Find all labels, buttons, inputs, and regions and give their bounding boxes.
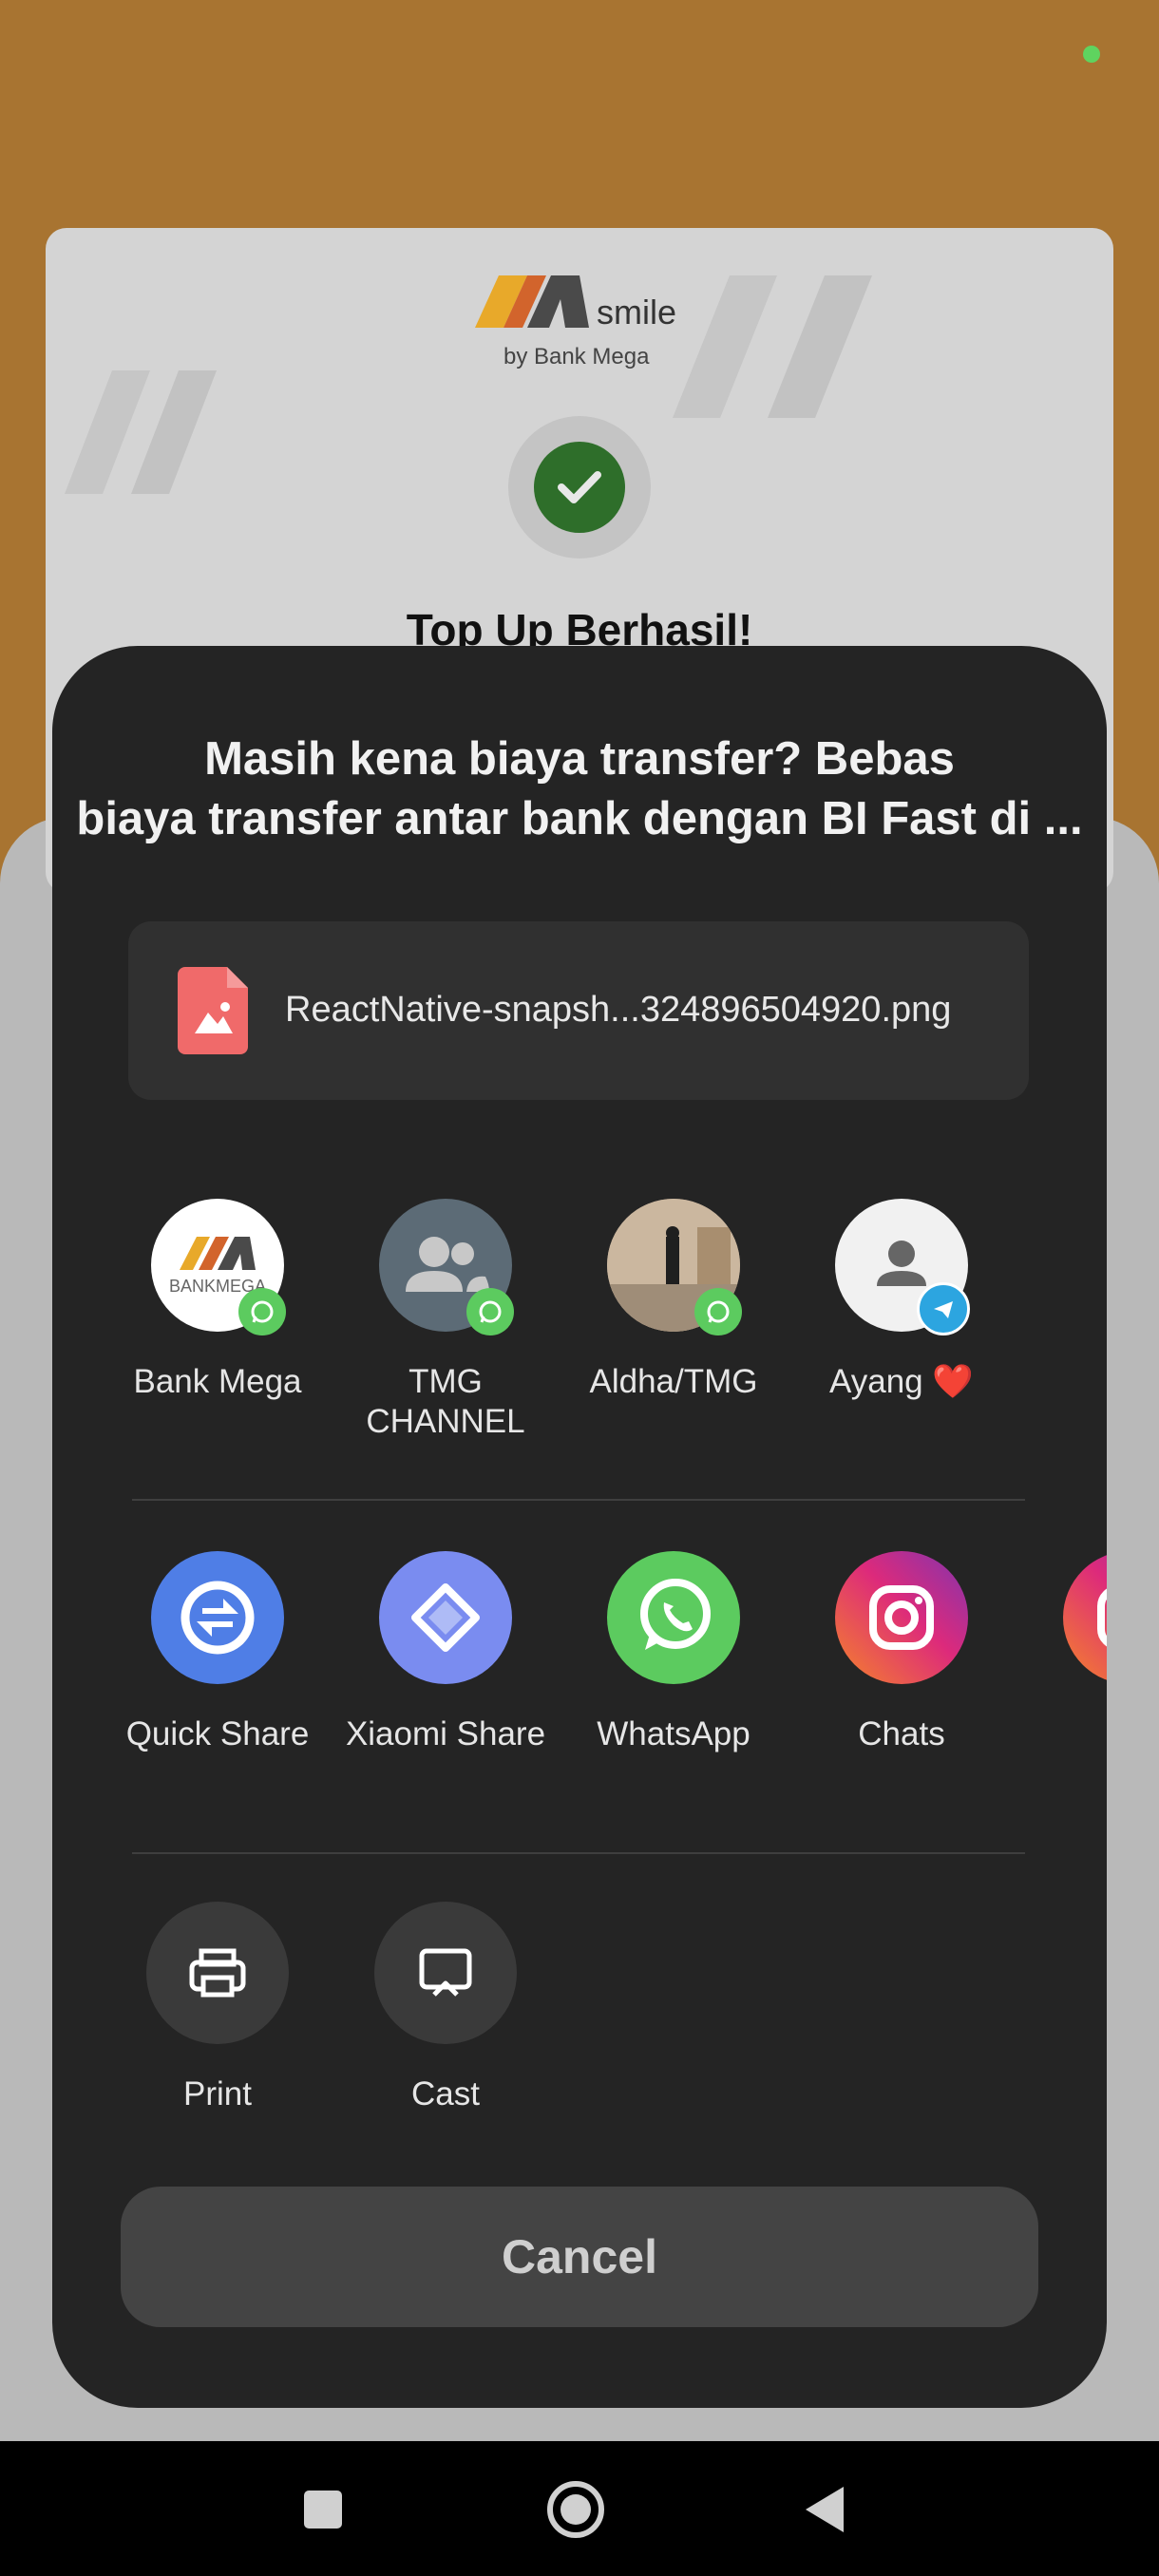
section-divider — [132, 1852, 1025, 1854]
back-button-icon[interactable] — [802, 2485, 847, 2534]
app-whatsapp[interactable]: WhatsApp — [560, 1551, 788, 1754]
brand-subtitle: by Bank Mega — [504, 344, 650, 369]
avatar — [607, 1199, 742, 1335]
watermark-logo-icon — [65, 370, 217, 494]
app-label: Xiaomi Share — [345, 1715, 546, 1752]
avatar — [379, 1199, 514, 1335]
contact-tmg-channel[interactable]: TMG CHANNEL — [332, 1199, 560, 1442]
recents-button-icon[interactable] — [302, 2489, 344, 2530]
app-label: F — [1016, 1714, 1107, 1754]
app-quick-share[interactable]: Quick Share — [104, 1551, 332, 1754]
contact-name: Ayang ❤️ — [829, 1363, 974, 1400]
brand-name: smile — [597, 293, 677, 331]
whatsapp-badge-icon — [466, 1288, 514, 1335]
app-label: Quick Share — [125, 1715, 310, 1752]
home-button-icon[interactable] — [545, 2479, 606, 2540]
telegram-badge-icon — [917, 1282, 970, 1335]
file-name: ReactNative-snapsh...324896504920.png — [285, 990, 952, 1030]
action-label: Print — [183, 2075, 252, 2112]
cancel-button[interactable]: Cancel — [121, 2187, 1038, 2327]
share-title-line-2: biaya transfer antar bank dengan BI Fast… — [76, 793, 1083, 844]
contact-ayang[interactable]: Ayang ❤️ — [788, 1199, 1016, 1402]
app-instagram-partial[interactable]: F — [1016, 1551, 1107, 1754]
image-file-icon — [178, 967, 248, 1054]
instagram-icon — [1063, 1551, 1107, 1684]
xiaomi-share-icon — [379, 1551, 512, 1684]
avatar: BANKMEGA — [151, 1199, 286, 1335]
avatar — [835, 1199, 970, 1335]
whatsapp-badge-icon — [694, 1288, 742, 1335]
contact-name: TMG CHANNEL — [332, 1362, 560, 1442]
status-indicator-dot — [1083, 46, 1100, 63]
app-instagram-chats[interactable]: Chats — [788, 1551, 1016, 1754]
share-sheet: Masih kena biaya transfer? Bebas biaya t… — [52, 646, 1107, 2408]
instagram-icon — [835, 1551, 968, 1684]
action-cast[interactable]: Cast — [332, 1902, 560, 2114]
share-title-line-1: Masih kena biaya transfer? Bebas — [204, 733, 955, 785]
action-label: Cast — [411, 2075, 480, 2112]
cast-icon — [374, 1902, 517, 2044]
shared-file-card[interactable]: ReactNative-snapsh...324896504920.png — [128, 921, 1029, 1100]
section-divider — [132, 1499, 1025, 1501]
share-sheet-title: Masih kena biaya transfer? Bebas biaya t… — [62, 729, 1097, 849]
contact-aldha-tmg[interactable]: Aldha/TMG — [560, 1199, 788, 1402]
quick-share-icon — [151, 1551, 284, 1684]
app-xiaomi-share[interactable]: Xiaomi Share — [332, 1551, 560, 1754]
whatsapp-icon — [607, 1551, 740, 1684]
contact-name-line-1: TMG — [408, 1363, 483, 1400]
whatsapp-badge-icon — [238, 1288, 286, 1335]
app-label: Chats — [858, 1715, 945, 1752]
app-label: WhatsApp — [597, 1715, 750, 1752]
navigation-bar — [0, 2441, 1159, 2576]
checkmark-icon — [534, 442, 625, 533]
watermark-logo-icon — [673, 275, 872, 418]
contact-name: Bank Mega — [133, 1363, 302, 1400]
action-print[interactable]: Print — [104, 1902, 332, 2114]
contact-name: Aldha/TMG — [589, 1363, 758, 1400]
contact-name-line-2: CHANNEL — [366, 1403, 525, 1440]
printer-icon — [146, 1902, 289, 2044]
contact-bank-mega[interactable]: BANKMEGA Bank Mega — [104, 1199, 332, 1402]
